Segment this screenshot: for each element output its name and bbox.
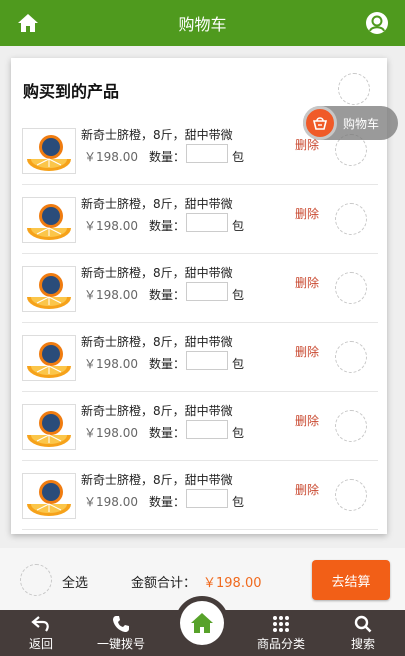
quantity-input[interactable]	[186, 489, 228, 508]
orange-product-image	[23, 336, 75, 380]
nav-search-label: 搜索	[350, 637, 375, 651]
checkout-button[interactable]: 去结算	[312, 560, 390, 600]
product-name[interactable]: 新奇士脐橙，8斤，甜中带微	[81, 471, 233, 488]
nav-call[interactable]: 一键拨号	[86, 610, 156, 656]
product-name[interactable]: 新奇士脐橙，8斤，甜中带微	[81, 195, 233, 212]
nav-categories-label: 商品分类	[256, 637, 305, 651]
orange-product-image	[23, 129, 75, 173]
nav-back[interactable]: 返回	[6, 610, 76, 656]
product-price: ￥198.00	[84, 288, 138, 302]
product-thumbnail[interactable]	[22, 473, 76, 519]
total-label: 金额合计：	[131, 576, 197, 591]
phone-icon	[113, 616, 129, 632]
delete-button[interactable]: 删除	[295, 205, 319, 222]
item-select-checkbox[interactable]	[335, 341, 367, 373]
cart-item: 新奇士脐橙，8斤，甜中带微 ￥198.00 数量： 包 删除	[22, 254, 378, 323]
quantity-label: 数量：	[149, 288, 186, 302]
nav-call-label: 一键拨号	[96, 637, 145, 651]
nav-home-button[interactable]	[175, 596, 229, 650]
select-all-label[interactable]: 全选	[62, 572, 88, 591]
delete-button[interactable]: 删除	[295, 343, 319, 360]
cart-item: 新奇士脐橙，8斤，甜中带微 ￥198.00 数量： 包 删除	[22, 185, 378, 254]
quantity-input[interactable]	[186, 144, 228, 163]
home-icon[interactable]	[16, 11, 40, 35]
quantity-label: 数量：	[149, 219, 186, 233]
quantity-label: 数量：	[149, 357, 186, 371]
search-icon	[354, 615, 372, 633]
cart-basket-icon	[303, 106, 337, 140]
product-name[interactable]: 新奇士脐橙，8斤，甜中带微	[81, 264, 233, 281]
quantity-unit: 包	[232, 219, 245, 233]
quantity-input[interactable]	[186, 282, 228, 301]
user-icon[interactable]	[365, 11, 389, 35]
orange-product-image	[23, 267, 75, 311]
select-all-checkbox[interactable]	[20, 564, 52, 596]
item-select-checkbox[interactable]	[335, 410, 367, 442]
quantity-unit: 包	[232, 150, 245, 164]
product-price: ￥198.00	[84, 426, 138, 440]
product-name[interactable]: 新奇士脐橙，8斤，甜中带微	[81, 126, 233, 143]
product-price: ￥198.00	[84, 357, 138, 371]
quantity-unit: 包	[232, 357, 245, 371]
quantity-input[interactable]	[186, 213, 228, 232]
quantity-unit: 包	[232, 288, 245, 302]
floating-cart-button[interactable]: 购物车	[303, 106, 398, 140]
product-thumbnail[interactable]	[22, 128, 76, 174]
quantity-input[interactable]	[186, 351, 228, 370]
delete-button[interactable]: 删除	[295, 412, 319, 429]
nav-search[interactable]: 搜索	[328, 610, 398, 656]
select-all-top-checkbox[interactable]	[338, 73, 370, 105]
product-thumbnail[interactable]	[22, 197, 76, 243]
page-title: 购物车	[178, 15, 227, 34]
product-price: ￥198.00	[84, 495, 138, 509]
nav-categories[interactable]: 商品分类	[246, 610, 316, 656]
orange-product-image	[23, 474, 75, 518]
product-thumbnail[interactable]	[22, 335, 76, 381]
quantity-label: 数量：	[149, 495, 186, 509]
product-thumbnail[interactable]	[22, 404, 76, 450]
quantity-label: 数量：	[149, 426, 186, 440]
orange-product-image	[23, 198, 75, 242]
product-thumbnail[interactable]	[22, 266, 76, 312]
quantity-unit: 包	[232, 426, 245, 440]
quantity-label: 数量：	[149, 150, 186, 164]
orange-product-image	[23, 405, 75, 449]
cart-item: 新奇士脐橙，8斤，甜中带微 ￥198.00 数量： 包 删除	[22, 461, 378, 530]
quantity-input[interactable]	[186, 420, 228, 439]
back-icon	[31, 616, 49, 632]
product-price: ￥198.00	[84, 219, 138, 233]
item-select-checkbox[interactable]	[335, 272, 367, 304]
nav-back-label: 返回	[28, 637, 53, 651]
cart-item: 新奇士脐橙，8斤，甜中带微 ￥198.00 数量： 包 删除	[22, 392, 378, 461]
delete-button[interactable]: 删除	[295, 481, 319, 498]
cart-item: 新奇士脐橙，8斤，甜中带微 ￥198.00 数量： 包 删除	[22, 323, 378, 392]
product-name[interactable]: 新奇士脐橙，8斤，甜中带微	[81, 333, 233, 350]
app-header: 购物车	[0, 0, 405, 46]
grid-icon	[273, 616, 289, 632]
section-title: 购买到的产品	[23, 82, 120, 101]
product-price: ￥198.00	[84, 150, 138, 164]
item-select-checkbox[interactable]	[335, 479, 367, 511]
home-icon	[191, 613, 213, 633]
product-name[interactable]: 新奇士脐橙，8斤，甜中带微	[81, 402, 233, 419]
total-value: ￥198.00	[203, 576, 262, 591]
delete-button[interactable]: 删除	[295, 274, 319, 291]
item-select-checkbox[interactable]	[335, 203, 367, 235]
floating-cart-label: 购物车	[343, 116, 380, 131]
quantity-unit: 包	[232, 495, 245, 509]
